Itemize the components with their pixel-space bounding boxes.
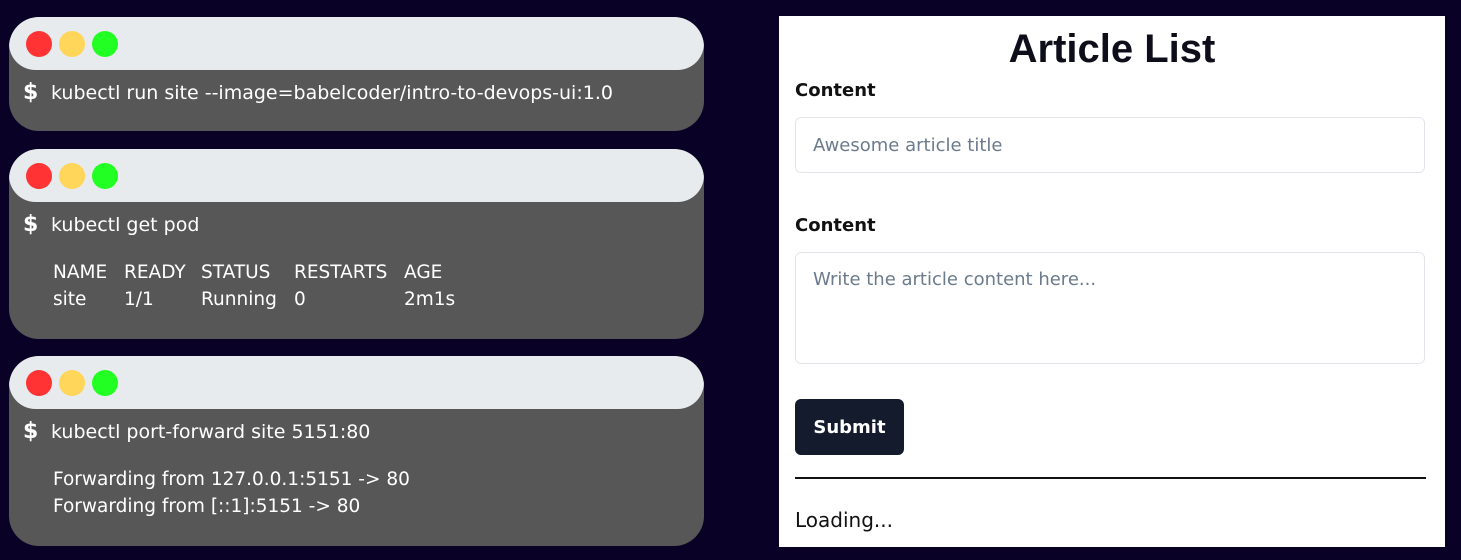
command-text: kubectl get pod: [51, 214, 200, 236]
cell-restarts: 0: [294, 289, 306, 310]
divider: [795, 477, 1426, 479]
close-dot-icon[interactable]: [26, 30, 52, 57]
header-restarts: RESTARTS: [294, 262, 388, 283]
article-panel: Article List Content Content Submit Load…: [779, 16, 1445, 547]
maximize-dot-icon[interactable]: [92, 162, 118, 189]
command-text: kubectl run site --image=babelcoder/intr…: [51, 82, 613, 104]
command-output: Forwarding from 127.0.0.1:5151 -> 80 For…: [9, 466, 704, 520]
output-line: Forwarding from 127.0.0.1:5151 -> 80: [53, 469, 410, 490]
command-line: $ kubectl run site --image=babelcoder/in…: [9, 80, 704, 106]
terminal-window-get-pod: $ kubectl get pod NAME READY STATUS REST…: [9, 149, 704, 339]
loading-status: Loading...: [795, 508, 893, 532]
close-dot-icon[interactable]: [26, 162, 52, 189]
maximize-dot-icon[interactable]: [92, 30, 118, 57]
command-output: NAME READY STATUS RESTARTS AGE site 1/1 …: [9, 259, 704, 313]
maximize-dot-icon[interactable]: [92, 369, 118, 396]
cell-name: site: [53, 289, 87, 310]
command-line: $ kubectl port-forward site 5151:80: [9, 419, 704, 445]
header-age: AGE: [404, 262, 443, 283]
output-line: Forwarding from [::1]:5151 -> 80: [53, 496, 361, 517]
close-dot-icon[interactable]: [26, 369, 52, 396]
command-line: $ kubectl get pod: [9, 212, 704, 238]
command-text: kubectl port-forward site 5151:80: [51, 421, 371, 443]
content-field-label: Content: [795, 215, 876, 236]
terminal-titlebar: [9, 149, 704, 202]
prompt-symbol: $: [23, 80, 39, 105]
terminal-titlebar: [9, 356, 704, 409]
terminal-window-run: $ kubectl run site --image=babelcoder/in…: [9, 17, 704, 131]
header-ready: READY: [124, 262, 186, 283]
minimize-dot-icon[interactable]: [59, 162, 85, 189]
title-field-label: Content: [795, 80, 876, 101]
terminal-titlebar: [9, 17, 704, 70]
title-input[interactable]: [795, 117, 1425, 173]
content-textarea[interactable]: [795, 252, 1425, 364]
cell-age: 2m1s: [404, 289, 456, 310]
minimize-dot-icon[interactable]: [59, 369, 85, 396]
header-name: NAME: [53, 262, 108, 283]
pod-table: NAME READY STATUS RESTARTS AGE site 1/1 …: [53, 259, 455, 313]
cell-status: Running: [201, 289, 277, 310]
table-row: site 1/1 Running 0 2m1s: [53, 286, 455, 313]
submit-button[interactable]: Submit: [795, 399, 904, 455]
page-title: Article List: [1008, 27, 1216, 71]
cell-ready: 1/1: [124, 289, 154, 310]
prompt-symbol: $: [23, 212, 39, 237]
header-status: STATUS: [201, 262, 271, 283]
minimize-dot-icon[interactable]: [59, 30, 85, 57]
terminal-window-port-forward: $ kubectl port-forward site 5151:80 Forw…: [9, 356, 704, 546]
prompt-symbol: $: [23, 419, 39, 444]
pod-table-header: NAME READY STATUS RESTARTS AGE: [53, 259, 455, 286]
